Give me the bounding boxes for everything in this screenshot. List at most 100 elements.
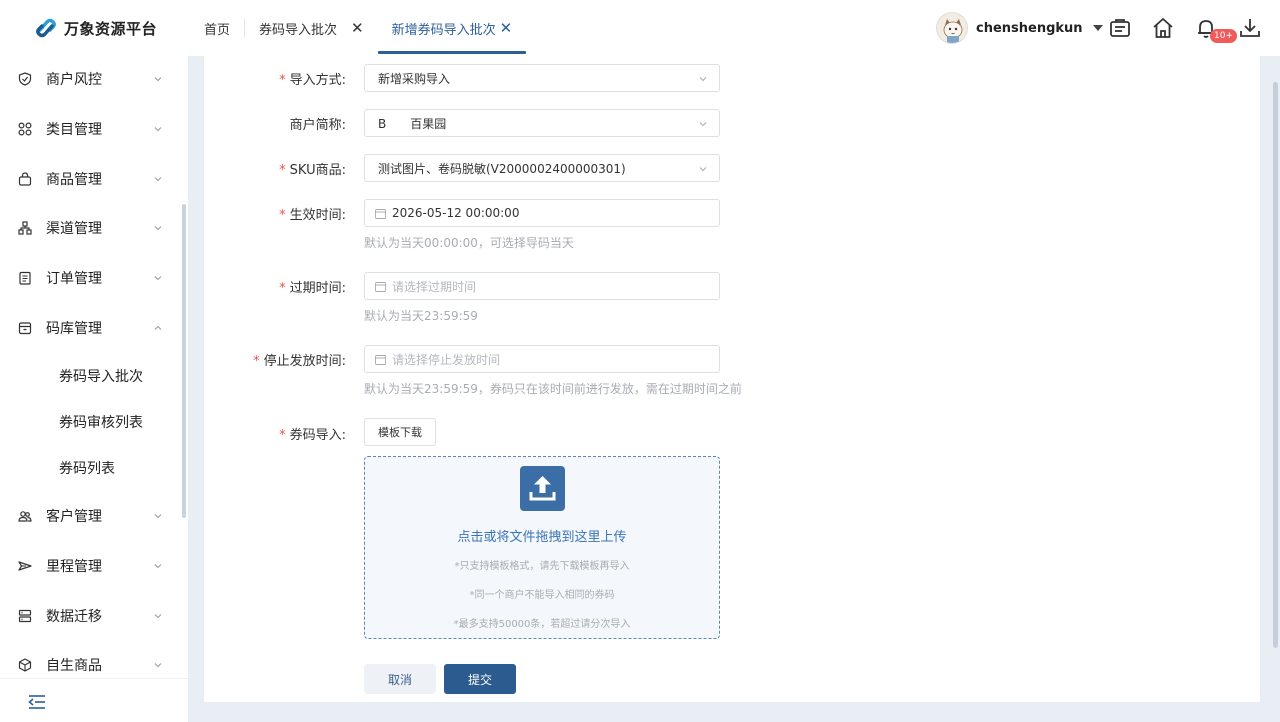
merchant-label: 商户简称: [289,118,346,133]
submit-button[interactable]: 提交 [444,664,516,694]
sidebar-item-self-goods[interactable]: 自生商品 [0,645,180,685]
upload-text: 点击或将文件拖拽到这里上传 [457,530,627,545]
box-icon [18,322,32,335]
sidebar-item-label: 渠道管理 [46,221,102,237]
merchant-select[interactable]: B 百果园 [364,109,720,137]
sidebar-item-mileage[interactable]: 里程管理 [0,546,180,586]
close-icon[interactable]: ✕ [351,19,364,37]
tab-label: 新增券码导入批次 [391,22,496,38]
tab-code-import-batch[interactable]: 券码导入批次 ✕ [245,0,378,56]
chevron-down-icon [154,127,162,132]
upload-note: *同一个商户不能导入相同的券码 [469,590,615,601]
calendar-icon [375,282,386,292]
select-value: B 百果园 [378,116,447,131]
chevron-down-icon [154,564,162,569]
app-logo[interactable]: 万象资源平台 [34,16,157,40]
sidebar-item-code-library[interactable]: 码库管理 [0,308,180,348]
notification-badge: 10+ [1210,29,1237,43]
sidebar-item-customer[interactable]: 客户管理 [0,496,180,536]
users-icon [18,511,32,522]
sidebar-divider [0,678,188,679]
sidebar-item-merchant-risk[interactable]: 商户风控 [0,59,180,99]
chevron-down-icon [154,614,162,619]
content-gutter-bottom [188,702,1280,722]
cube-icon [18,658,32,672]
home-icon[interactable] [1151,16,1175,40]
username: chenshengkun [976,20,1083,36]
user-menu[interactable]: chenshengkun [936,12,1103,44]
sidebar-subitem-code-import-batch[interactable]: 券码导入批次 [59,366,143,386]
close-icon[interactable]: ✕ [500,19,513,37]
sidebar: 商户风控 类目管理 商品管理 渠道管理 订单管理 码库管理 券码导入批次 券码审… [0,56,188,722]
sidebar-scrollbar[interactable] [182,204,186,518]
sidebar-item-label: 商品管理 [46,172,102,188]
chevron-up-icon [154,325,162,330]
effective-time-hint: 默认为当天00:00:00，可选择导码当天 [364,236,574,250]
sku-select[interactable]: 测试图片、卷码脱敏(V2000002400000301) [364,154,720,182]
chevron-down-icon [154,177,162,182]
avatar [936,12,968,44]
calendar-icon [375,355,386,365]
sidebar-item-label: 数据迁移 [46,609,102,625]
server-icon [18,609,32,623]
upload-note: *最多支持50000条，若超过请分次导入 [453,619,631,630]
document-icon [19,271,31,285]
sidebar-item-label: 客户管理 [46,509,102,525]
upload-icon [520,466,565,511]
sidebar-item-channel[interactable]: 渠道管理 [0,208,180,248]
stop-time-label: * 停止发放时间: [253,354,346,369]
chevron-down-icon [699,122,707,127]
download-icon[interactable] [1238,16,1262,40]
menu-collapse-icon[interactable] [28,693,46,711]
toolbox-icon[interactable] [1108,16,1132,40]
sidebar-item-category[interactable]: 类目管理 [0,109,180,149]
tab-new-code-import-batch[interactable]: 新增券码导入批次 ✕ [377,0,527,56]
content-gutter-left [188,56,204,722]
import-method-select[interactable]: 新增采购导入 [364,64,720,92]
sidebar-item-label: 自生商品 [46,658,102,674]
cancel-button[interactable]: 取消 [364,664,436,694]
sidebar-item-goods[interactable]: 商品管理 [0,159,180,199]
chevron-down-icon [154,276,162,281]
chevron-down-icon [154,514,162,519]
sidebar-item-label: 商户风控 [46,72,102,88]
upload-note: *只支持模板格式，请先下载模板再导入 [454,561,630,572]
effective-time-picker[interactable]: 2026-05-12 00:00:00 [364,199,720,227]
network-icon [18,221,32,235]
grid-icon [18,122,32,136]
expire-time-picker[interactable]: 请选择过期时间 [364,272,720,300]
shield-icon [18,72,32,86]
sidebar-item-data-migration[interactable]: 数据迁移 [0,596,180,636]
template-download-button[interactable]: 模板下载 [364,418,436,446]
chevron-down-icon [154,663,162,668]
sidebar-item-order[interactable]: 订单管理 [0,258,180,298]
stop-time-picker[interactable]: 请选择停止发放时间 [364,345,720,373]
tab-home[interactable]: 首页 [190,0,244,56]
stop-time-hint: 默认为当天23:59:59，券码只在该时间前进行发放，需在过期时间之前 [364,382,742,396]
sidebar-item-label: 类目管理 [46,122,102,138]
expire-time-label: * 过期时间: [279,281,346,296]
sidebar-subitem-code-review-list[interactable]: 券码审核列表 [59,412,143,432]
upload-dropzone[interactable]: 点击或将文件拖拽到这里上传 *只支持模板格式，请先下载模板再导入 *同一个商户不… [364,456,720,639]
select-value: 测试图片、卷码脱敏(V2000002400000301) [378,161,626,176]
date-placeholder: 请选择过期时间 [392,279,477,294]
date-placeholder: 请选择停止发放时间 [392,352,501,367]
date-value: 2026-05-12 00:00:00 [392,206,520,220]
content-panel [204,56,1260,702]
import-method-label: * 导入方式: [279,73,346,88]
sku-label: * SKU商品: [279,163,346,178]
top-header: 万象资源平台 首页 券码导入批次 ✕ 新增券码导入批次 ✕ chenshengk… [0,0,1280,56]
effective-time-label: * 生效时间: [279,208,346,223]
sidebar-item-label: 码库管理 [46,321,102,337]
sidebar-subitem-code-list[interactable]: 券码列表 [59,458,115,478]
logo-icon [36,18,56,38]
expire-time-hint: 默认为当天23:59:59 [364,309,478,323]
page-tabs: 首页 券码导入批次 ✕ 新增券码导入批次 ✕ [190,0,526,56]
chevron-down-icon [699,167,707,172]
page-scrollbar[interactable] [1273,82,1278,648]
code-import-label: * 券码导入: [279,428,346,443]
chevron-down-icon [154,226,162,231]
caret-down-icon[interactable] [1092,25,1103,31]
plane-icon [18,561,32,571]
select-value: 新增采购导入 [378,71,451,86]
